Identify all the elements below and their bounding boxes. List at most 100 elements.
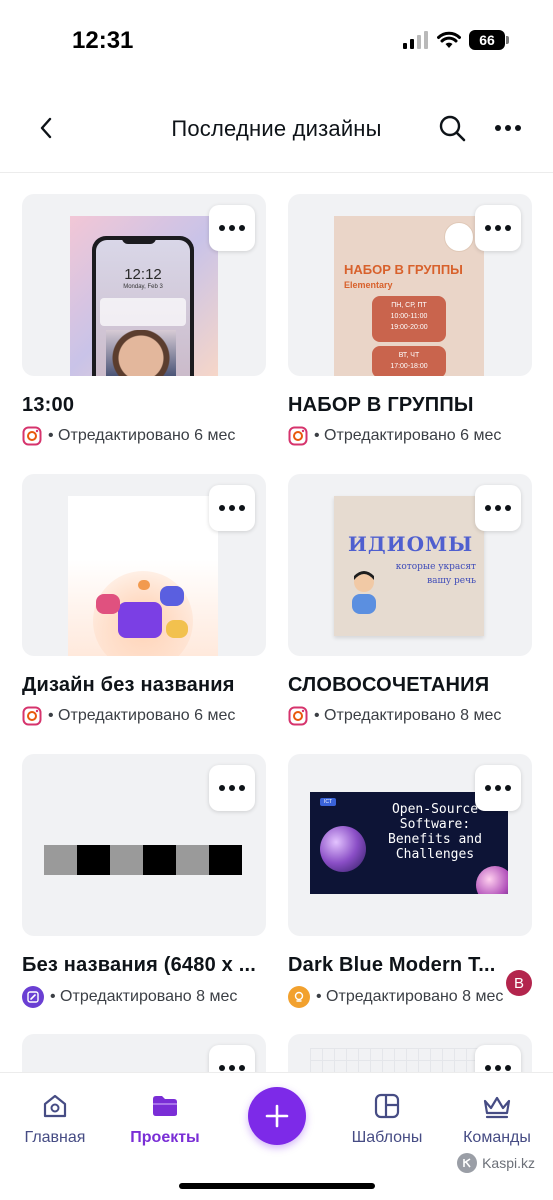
design-thumbnail[interactable]: 12:12 Monday, Feb 3	[22, 194, 266, 376]
page-title: Последние дизайны	[171, 116, 382, 141]
nav-label: Шаблоны	[351, 1129, 423, 1146]
instagram-icon	[288, 706, 308, 726]
design-thumbnail[interactable]: ICT Open-Source Software: Benefits and C…	[288, 754, 532, 936]
more-icon	[219, 225, 245, 231]
edited-label: • Отредактировано 6 мес	[48, 427, 236, 444]
edited-label: • Отредактировано 6 мес	[48, 707, 236, 724]
design-card[interactable]: ICT Open-Source Software: Benefits and C…	[288, 754, 532, 1008]
more-icon	[495, 125, 521, 131]
card-more-button[interactable]	[209, 765, 255, 811]
design-title[interactable]: Dark Blue Modern T...	[288, 954, 494, 977]
phone-time: 12:12	[124, 266, 162, 283]
watermark-text: Kaspi.kz	[482, 1155, 535, 1171]
more-icon	[219, 1065, 245, 1071]
more-options-button[interactable]	[490, 110, 526, 146]
design-card[interactable]: НАБОР В ГРУППЫ Elementary ПН, СР, ПТ 10:…	[288, 194, 532, 446]
design-thumbnail[interactable]: НАБОР В ГРУППЫ Elementary ПН, СР, ПТ 10:…	[288, 194, 532, 376]
schedule-box: ПН, СР, ПТ 10:00-11:00 19:00-20:00	[372, 296, 446, 342]
question-bubbles-image	[68, 496, 218, 656]
nav-teams[interactable]: Команды	[447, 1091, 547, 1147]
design-meta: • Отредактировано 6 мес	[22, 706, 266, 726]
card-more-button[interactable]	[475, 485, 521, 531]
more-icon	[485, 785, 511, 791]
design-thumbnail[interactable]	[22, 474, 266, 656]
design-meta: • Отредактировано 6 мес	[22, 426, 266, 446]
design-title[interactable]: СЛОВОСОЧЕТАНИЯ	[288, 674, 532, 697]
card-more-button[interactable]	[475, 765, 521, 811]
design-card[interactable]: ИДИОМЫ которые украсят вашу речь СЛОВОСО…	[288, 474, 532, 726]
design-thumbnail[interactable]	[22, 754, 266, 936]
crown-icon	[482, 1091, 512, 1121]
templates-icon	[372, 1091, 402, 1121]
promo-thumbnail-image: НАБОР В ГРУППЫ Elementary ПН, СР, ПТ 10:…	[334, 216, 484, 376]
schedule-box: ВТ, ЧТ 17:00-18:00	[372, 346, 446, 376]
signal-icon	[403, 31, 428, 49]
edited-label: • Отредактировано 8 мес	[50, 988, 238, 1005]
watermark: Kaspi.kz	[457, 1153, 535, 1173]
kaspi-logo-icon	[457, 1153, 478, 1173]
instagram-icon	[22, 426, 42, 446]
more-icon	[485, 1065, 511, 1071]
more-icon	[219, 785, 245, 791]
card-more-button[interactable]	[209, 205, 255, 251]
card-more-button[interactable]	[475, 205, 521, 251]
home-indicator	[179, 1183, 375, 1189]
search-icon	[439, 115, 466, 142]
owner-avatar[interactable]: B	[506, 970, 532, 996]
edited-label: • Отредактировано 8 мес	[316, 988, 504, 1005]
design-title[interactable]: Без названия (6480 x ...	[22, 954, 266, 977]
thumb-tag: ICT	[320, 798, 337, 806]
home-icon	[40, 1091, 70, 1121]
design-title[interactable]: Дизайн без названия	[22, 674, 266, 697]
nav-projects[interactable]: Проекты	[115, 1091, 215, 1147]
idioms-thumbnail-image: ИДИОМЫ которые украсят вашу речь	[334, 496, 484, 636]
school-logo	[444, 222, 474, 252]
idioms-subheading: которые украсят вашу речь	[395, 562, 476, 586]
phone-date: Monday, Feb 3	[123, 284, 163, 290]
promo-heading: НАБОР В ГРУППЫ	[344, 262, 463, 277]
person-illustration	[352, 571, 376, 614]
design-meta: • Отредактировано 8 мес	[288, 986, 532, 1008]
design-card[interactable]: Дизайн без названия • Отредактировано 6 …	[22, 474, 266, 726]
status-time: 12:31	[72, 27, 134, 54]
instagram-icon	[22, 706, 42, 726]
oss-heading: Open-Source Software: Benefits and Chall…	[388, 802, 482, 862]
nav-label: Проекты	[130, 1129, 200, 1146]
plus-icon	[265, 1104, 289, 1128]
folder-icon	[150, 1091, 180, 1121]
design-thumbnail[interactable]: ИДИОМЫ которые украсят вашу речь	[288, 474, 532, 656]
more-icon	[485, 505, 511, 511]
nav-label: Главная	[24, 1129, 86, 1146]
design-meta: • Отредактировано 6 мес	[288, 426, 532, 446]
checker-strip-image	[44, 845, 242, 875]
more-icon	[485, 225, 511, 231]
nav-templates[interactable]: Шаблоны	[337, 1091, 437, 1147]
create-button[interactable]	[248, 1087, 306, 1145]
header-divider	[0, 172, 553, 173]
design-card[interactable]: Без названия (6480 x ... • Отредактирова…	[22, 754, 266, 1008]
design-meta: • Отредактировано 8 мес	[288, 706, 532, 726]
bottom-navigation: Главная Проекты Шаблоны Команды Kaspi.kz	[0, 1072, 553, 1200]
instagram-icon	[288, 426, 308, 446]
header: Последние дизайны	[0, 100, 553, 160]
design-card[interactable]: 12:12 Monday, Feb 3 13:00 • Отредактиров…	[22, 194, 266, 446]
status-icons: 66	[403, 30, 509, 50]
promo-subheading: Elementary	[344, 280, 393, 290]
card-more-button[interactable]	[209, 485, 255, 531]
design-meta: • Отредактировано 8 мес	[22, 986, 266, 1008]
edited-label: • Отредактировано 6 мес	[314, 427, 502, 444]
search-button[interactable]	[434, 110, 470, 146]
edited-label: • Отредактировано 8 мес	[314, 707, 502, 724]
status-bar: 12:31 66	[0, 0, 553, 80]
battery-level: 66	[469, 30, 505, 50]
more-icon	[219, 505, 245, 511]
sticker-icon	[288, 986, 310, 1008]
wifi-icon	[437, 31, 461, 48]
nav-label: Команды	[463, 1129, 531, 1146]
edit-icon	[22, 986, 44, 1008]
design-title[interactable]: НАБОР В ГРУППЫ	[288, 394, 532, 417]
battery-icon: 66	[469, 30, 509, 50]
idioms-heading: ИДИОМЫ	[348, 532, 474, 556]
design-title[interactable]: 13:00	[22, 394, 266, 417]
nav-home[interactable]: Главная	[5, 1091, 105, 1147]
